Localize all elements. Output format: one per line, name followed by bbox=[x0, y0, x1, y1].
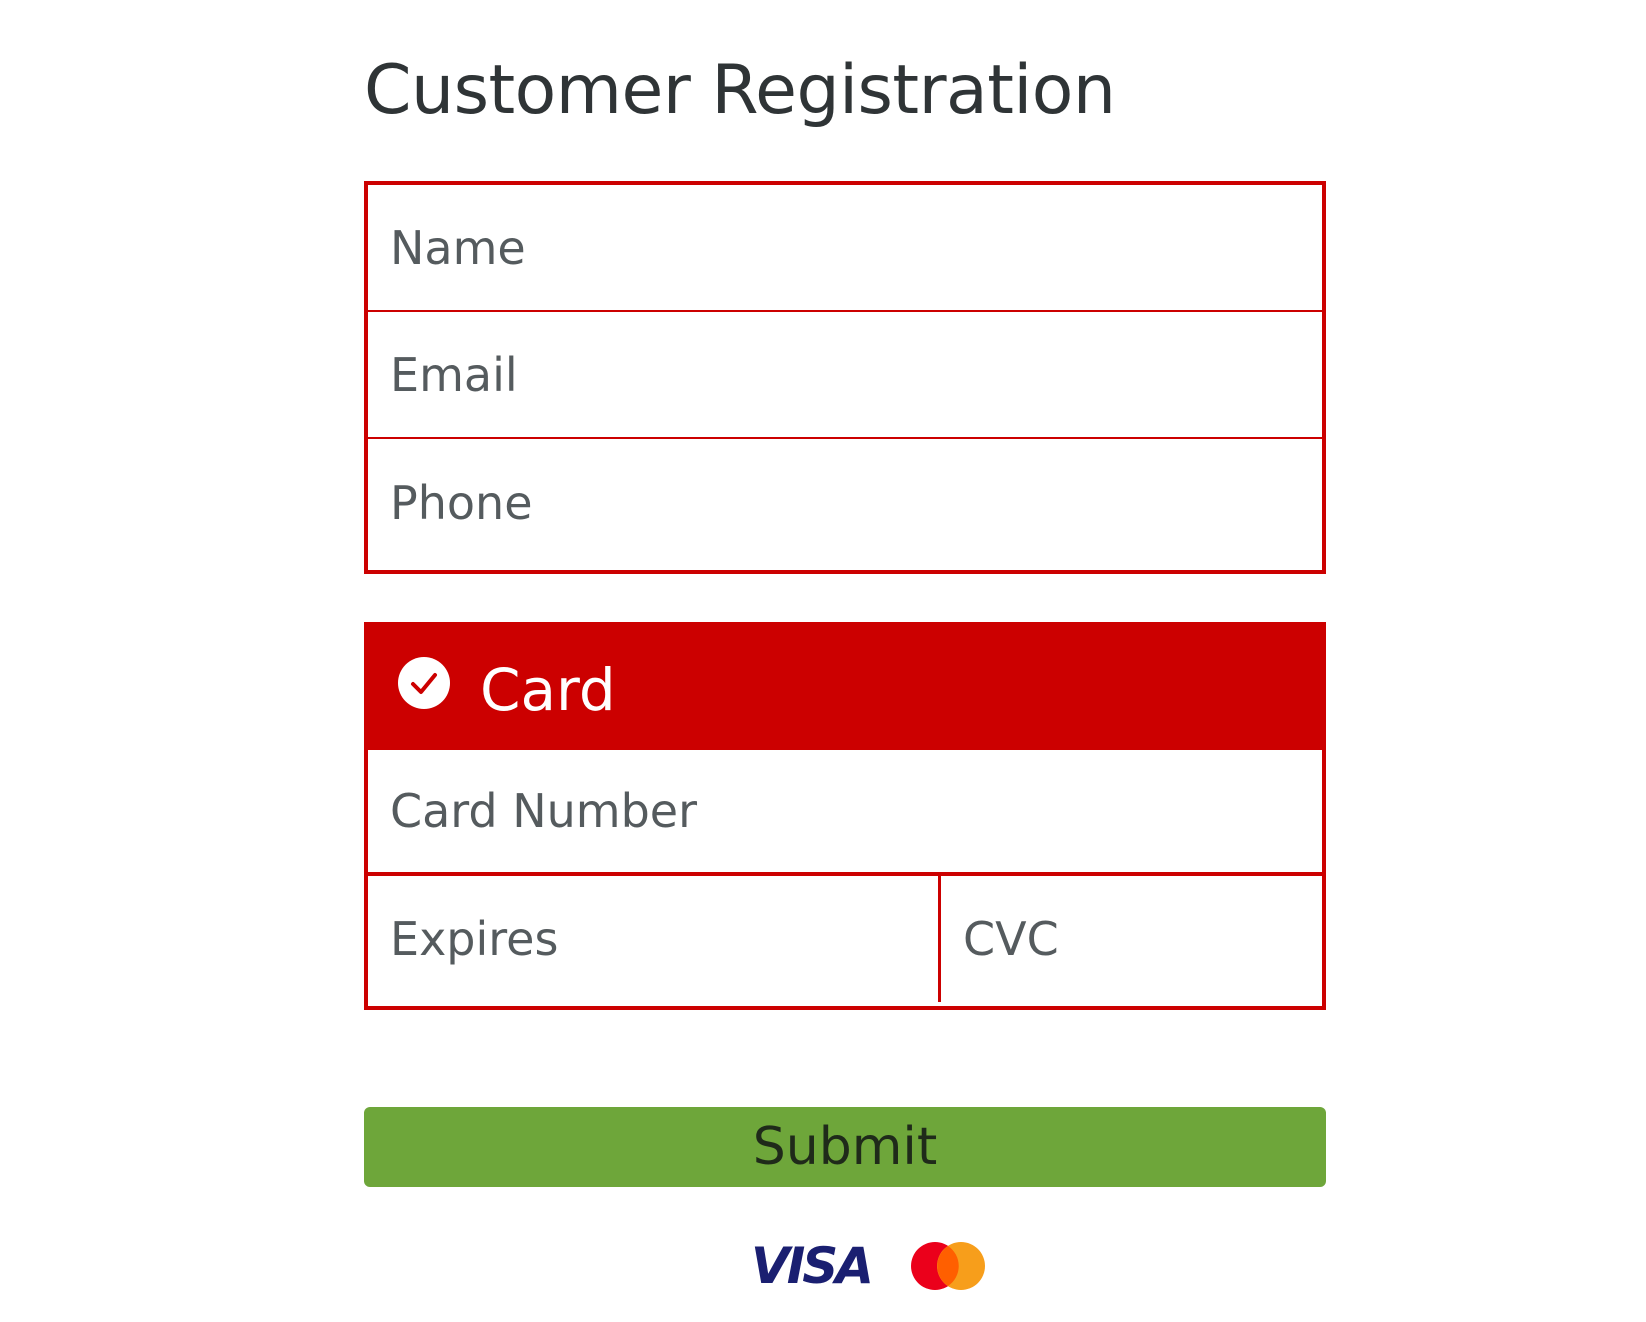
phone-field-wrapper bbox=[368, 439, 1322, 566]
submit-button[interactable]: Submit bbox=[364, 1107, 1326, 1187]
email-field-wrapper bbox=[368, 312, 1322, 439]
page-title: Customer Registration bbox=[364, 51, 1116, 130]
name-field-wrapper bbox=[368, 185, 1322, 312]
mastercard-logo-icon bbox=[911, 1242, 985, 1290]
card-number-input[interactable] bbox=[368, 750, 1322, 872]
card-payment-option[interactable]: Card bbox=[364, 622, 1326, 750]
visa-logo: VISA bbox=[751, 1237, 874, 1295]
cvc-input[interactable] bbox=[941, 876, 1322, 1002]
phone-input[interactable] bbox=[368, 439, 1322, 566]
card-option-label: Card bbox=[480, 656, 616, 724]
expires-field-wrapper bbox=[368, 876, 941, 1002]
card-details-row bbox=[368, 876, 1322, 1002]
name-input[interactable] bbox=[368, 185, 1322, 310]
email-input[interactable] bbox=[368, 312, 1322, 437]
contact-fields-box bbox=[364, 181, 1326, 574]
checkmark-icon bbox=[411, 673, 437, 694]
card-payment-box: Card bbox=[364, 622, 1326, 1010]
payment-logos: VISA bbox=[364, 1236, 1326, 1296]
expires-input[interactable] bbox=[368, 876, 938, 1002]
card-number-field-wrapper bbox=[368, 750, 1322, 874]
cvc-field-wrapper bbox=[941, 876, 1322, 1002]
check-circle-icon bbox=[398, 657, 450, 709]
